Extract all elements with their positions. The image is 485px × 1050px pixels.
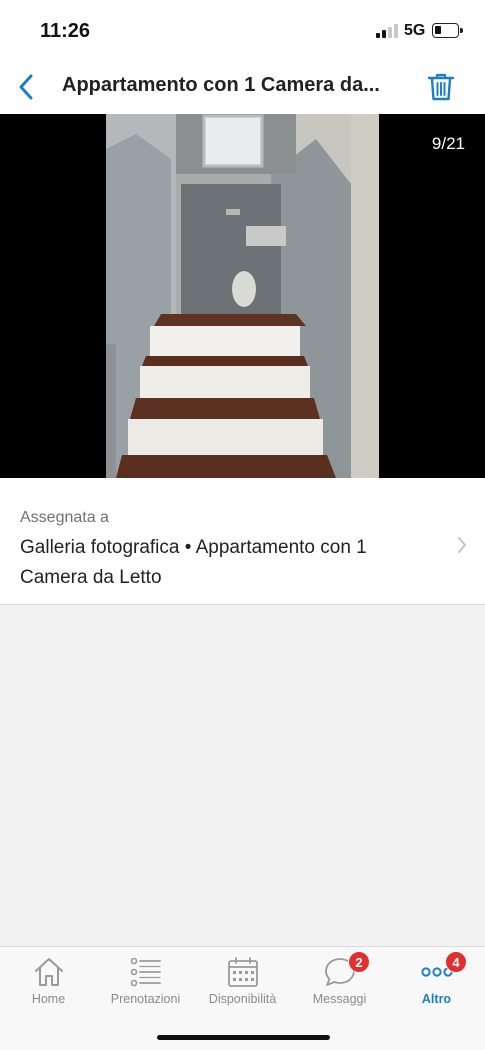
list-icon [130,957,161,987]
calendar-icon [227,957,258,987]
home-indicator [157,1035,330,1040]
tab-label: Messaggi [312,992,367,1006]
delete-button[interactable] [422,68,460,106]
tab-label: Prenotazioni [110,992,181,1006]
photo-counter: 9/21 [431,134,465,153]
apartment-photo[interactable] [106,114,379,478]
tab-prenotazioni[interactable]: Prenotazioni [97,947,194,1017]
nav-bar: Appartamento con 1 Camera da... [0,60,485,114]
page-title: Appartamento con 1 Camera da... [62,74,380,96]
assigned-label: Assegnata a [20,509,109,526]
chevron-right-icon [458,537,466,553]
messages-badge: 2 [348,951,370,973]
tab-label: Altro [421,992,452,1006]
tab-bar: Home Prenotazioni Disponibilità 2 Messag… [0,946,485,1050]
tab-label: Home [31,992,66,1006]
photo-viewer[interactable]: 9/21 [0,114,485,478]
tab-altro[interactable]: 4 Altro [388,947,485,1017]
tab-label: Disponibilità [208,992,277,1006]
assigned-value: Galleria fotografica • Appartamento con … [20,537,367,588]
tab-home[interactable]: Home [0,947,97,1017]
chevron-left-icon [19,74,33,100]
tab-messaggi[interactable]: 2 Messaggi [291,947,388,1017]
back-button[interactable] [8,68,44,106]
home-icon [34,958,63,986]
network-label: 5G [404,22,426,39]
more-badge: 4 [445,951,467,973]
tab-disponibilita[interactable]: Disponibilità [194,947,291,1017]
battery-icon [432,23,463,38]
signal-icon [376,24,398,38]
assigned-row[interactable]: Assegnata a Galleria fotografica • Appar… [0,478,485,605]
status-time: 11:26 [40,20,91,42]
trash-icon [427,73,455,101]
status-bar: 11:26 5G [0,0,485,60]
